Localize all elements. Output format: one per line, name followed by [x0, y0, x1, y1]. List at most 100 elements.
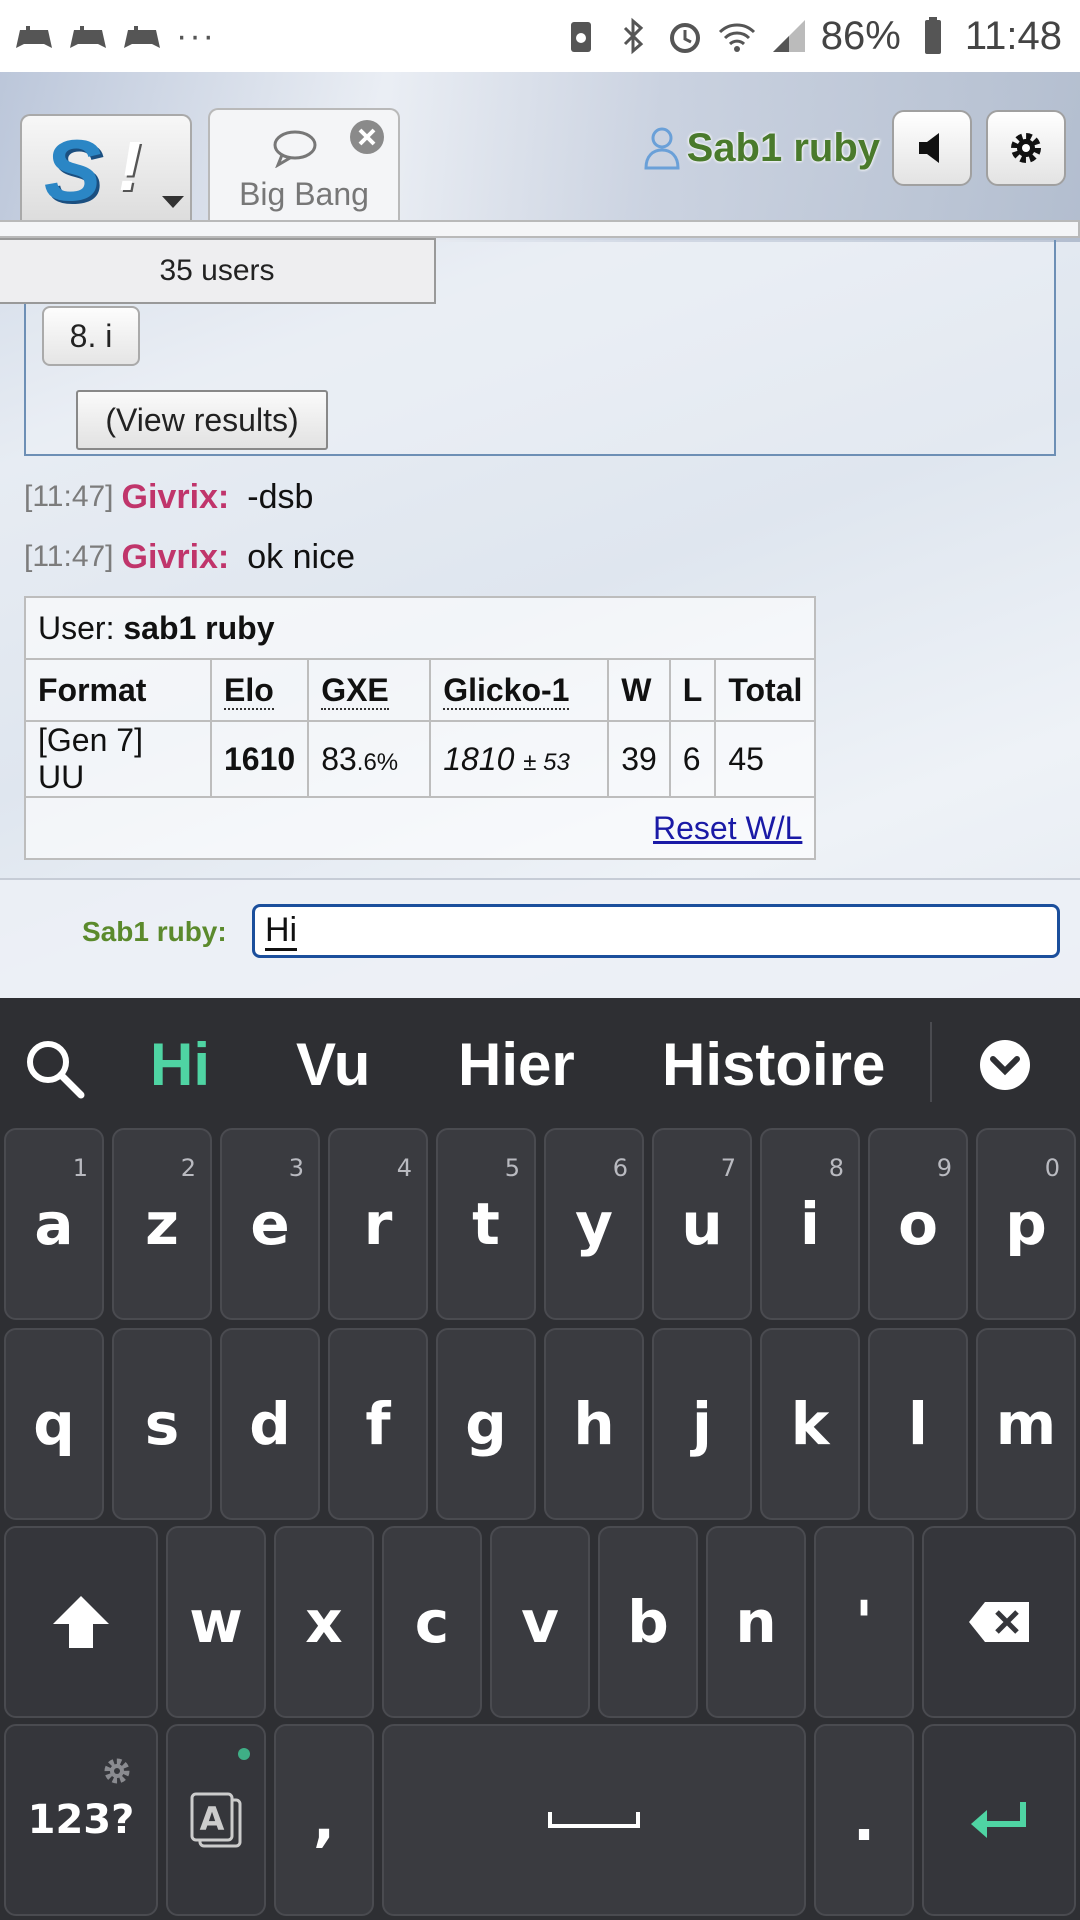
key-label: t [472, 1190, 500, 1258]
key-t[interactable]: 5t [436, 1128, 536, 1320]
key-number: 3 [288, 1154, 304, 1182]
soft-keyboard: Hi Vu Hier Histoire 1a 2z 3e 4r 5t 6y 7u… [0, 998, 1080, 1920]
gear-icon [1011, 133, 1041, 163]
key-label: u [681, 1190, 723, 1258]
suggestion-2[interactable]: Vu [296, 1030, 370, 1099]
enter-icon [971, 1802, 1026, 1838]
collapse-suggestions-icon[interactable] [978, 1038, 1032, 1092]
header-elo-label: Elo [224, 671, 274, 710]
suggestion-1[interactable]: Hi [150, 1030, 210, 1099]
reset-wl-link[interactable]: Reset W/L [653, 810, 802, 846]
text-input-mode-icon: A [190, 1792, 242, 1848]
key-apostrophe[interactable]: ' [814, 1526, 914, 1718]
reset-cell: Reset W/L [23, 796, 817, 860]
key-number: 1 [72, 1154, 88, 1182]
backspace-key[interactable] [922, 1526, 1076, 1718]
key-f[interactable]: f [328, 1328, 428, 1520]
suggestion-4[interactable]: Histoire [662, 1030, 885, 1099]
cell-l: 6 [668, 720, 717, 798]
key-n[interactable]: n [706, 1526, 806, 1718]
key-r[interactable]: 4r [328, 1128, 428, 1320]
poll-option-button[interactable]: 8. i [42, 306, 140, 366]
key-g[interactable]: g [436, 1328, 536, 1520]
reset-row: Reset W/L [23, 796, 817, 860]
symbols-key[interactable]: 123? [4, 1724, 158, 1916]
sound-button[interactable] [892, 110, 972, 186]
key-e[interactable]: 3e [220, 1128, 320, 1320]
message-timestamp: [11:47] [24, 480, 114, 513]
table-header-row: Format Elo GXE Glicko-1 W L Total [24, 658, 817, 722]
user-area: Sab1 ruby [643, 108, 1080, 188]
username[interactable]: Sab1 ruby [687, 126, 880, 171]
suggestion-divider [930, 1022, 932, 1102]
search-icon[interactable] [22, 1036, 86, 1100]
speaker-icon [919, 133, 939, 163]
chat-message: [11:47] Givrix: -dsb [24, 472, 313, 522]
key-z[interactable]: 2z [112, 1128, 212, 1320]
key-b[interactable]: b [598, 1526, 698, 1718]
message-text: -dsb [247, 477, 314, 516]
period-key[interactable]: . [814, 1724, 914, 1916]
key-y[interactable]: 6y [544, 1128, 644, 1320]
showdown-logo-icon: S [44, 123, 102, 219]
user-row: User: sab1 ruby [23, 596, 817, 660]
suggestion-3[interactable]: Hier [458, 1030, 575, 1099]
users-count[interactable]: 35 users [0, 238, 436, 304]
message-input[interactable]: Hi [252, 904, 1060, 958]
clock: 11:48 [964, 13, 1062, 58]
key-x[interactable]: x [274, 1526, 374, 1718]
text-mode-key[interactable]: A [166, 1724, 266, 1916]
key-number: 7 [720, 1154, 736, 1182]
chat-room-view: S ! Big Bang Sab1 ruby 35 users 8. i (Vi… [0, 72, 1080, 998]
shift-key[interactable] [4, 1526, 158, 1718]
cell-format: [Gen 7] UU [24, 720, 212, 798]
key-i[interactable]: 8i [760, 1128, 860, 1320]
header-total: Total [714, 658, 817, 722]
key-number: 2 [180, 1154, 196, 1182]
message-timestamp: [11:47] [24, 540, 114, 573]
key-d[interactable]: d [220, 1328, 320, 1520]
space-key[interactable] [382, 1724, 806, 1916]
close-tab-icon[interactable] [348, 118, 386, 156]
key-m[interactable]: m [976, 1328, 1076, 1520]
key-number: 4 [396, 1154, 412, 1182]
header: S ! Big Bang Sab1 ruby [0, 72, 1080, 226]
user-icon [644, 127, 680, 170]
logo-bang: ! [118, 127, 142, 205]
key-w[interactable]: w [166, 1526, 266, 1718]
signal-icon [772, 20, 805, 52]
key-c[interactable]: c [382, 1526, 482, 1718]
key-v[interactable]: v [490, 1526, 590, 1718]
settings-button[interactable] [986, 110, 1066, 186]
message-text: ok nice [247, 537, 355, 576]
enter-key[interactable] [922, 1724, 1076, 1916]
key-number: 8 [828, 1154, 844, 1182]
message-author[interactable]: Givrix: [122, 538, 230, 577]
key-label: y [575, 1190, 613, 1258]
key-a[interactable]: 1a [4, 1128, 104, 1320]
header-format: Format [24, 658, 212, 722]
key-label: r [363, 1190, 393, 1258]
comma-key[interactable]: , [274, 1724, 374, 1916]
tab-bar-line [0, 220, 1080, 238]
mode-indicator-dot [238, 1748, 250, 1760]
key-u[interactable]: 7u [652, 1128, 752, 1320]
header-gxe: GXE [307, 658, 432, 722]
main-menu-tab[interactable]: S ! [20, 114, 192, 224]
table-row: [Gen 7] UU 1610 83.6% 1810 ± 53 39 6 45 [24, 720, 817, 798]
key-j[interactable]: j [652, 1328, 752, 1520]
view-results-button[interactable]: (View results) [76, 390, 328, 450]
battery-saver-icon [570, 22, 591, 52]
tab-big-bang[interactable]: Big Bang [208, 108, 400, 226]
key-o[interactable]: 9o [868, 1128, 968, 1320]
user-name: sab1 ruby [123, 609, 275, 646]
key-k[interactable]: k [760, 1328, 860, 1520]
key-s[interactable]: s [112, 1328, 212, 1520]
message-author[interactable]: Givrix: [122, 478, 230, 517]
key-l[interactable]: l [868, 1328, 968, 1520]
svg-text:A: A [200, 1800, 225, 1838]
keyboard-settings-icon [104, 1758, 130, 1784]
key-h[interactable]: h [544, 1328, 644, 1520]
key-p[interactable]: 0p [976, 1128, 1076, 1320]
key-q[interactable]: q [4, 1328, 104, 1520]
